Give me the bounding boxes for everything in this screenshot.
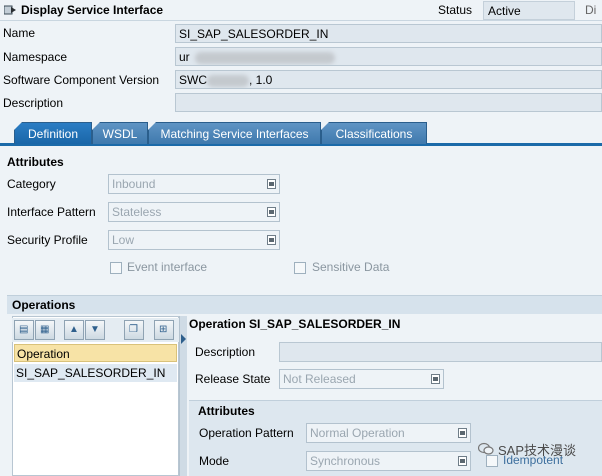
wechat-icon — [478, 442, 494, 455]
di-label: Di — [585, 3, 597, 17]
sensitive-data-checkbox[interactable] — [294, 262, 306, 274]
tab-matching-service-interfaces[interactable]: Matching Service Interfaces — [148, 122, 321, 144]
interface-pattern-label: Interface Pattern — [7, 205, 96, 219]
operation-column-header[interactable]: Operation — [14, 344, 177, 362]
watermark-text: SAP技术漫谈 — [498, 443, 577, 458]
op-attributes-title: Attributes — [198, 404, 255, 418]
copy-icon: ❐ — [129, 324, 138, 335]
operations-title: Operations — [12, 298, 76, 312]
page-title: Display Service Interface — [21, 3, 164, 17]
scv-prefix: SWC — [179, 73, 207, 87]
scv-suffix: , 1.0 — [249, 73, 273, 87]
idempotent-checkbox[interactable] — [486, 455, 498, 467]
security-profile-select[interactable]: Low — [108, 230, 280, 250]
description-field[interactable] — [175, 93, 602, 112]
attributes-title: Attributes — [7, 155, 64, 169]
delete-row-icon: ▦ — [40, 324, 50, 335]
hierarchy-button[interactable]: ⊞ — [154, 320, 174, 340]
move-down-button[interactable]: ▼ — [85, 320, 105, 340]
mode-value: Synchronous — [310, 454, 381, 468]
event-interface-label: Event interface — [127, 260, 208, 274]
hierarchy-icon: ⊞ — [159, 324, 168, 335]
category-select[interactable]: Inbound — [108, 174, 280, 194]
security-profile-value: Low — [112, 233, 135, 247]
tab-definition[interactable]: Definition — [14, 122, 92, 144]
operations-toolbar: ▤ ▦ ▲ ▼ ❐ ⊞ — [12, 318, 179, 342]
dropdown-icon — [458, 428, 467, 438]
op-description-field[interactable] — [279, 342, 602, 362]
tab-strip: Definition WSDL Matching Service Interfa… — [0, 122, 602, 146]
add-row-icon: ▤ — [19, 324, 29, 335]
redacted-blur — [195, 51, 336, 64]
description-label: Description — [3, 96, 64, 110]
category-label: Category — [7, 177, 56, 191]
title-bar: Display Service Interface Status Active … — [0, 0, 602, 21]
scv-label: Software Component Version — [3, 73, 160, 87]
dropdown-icon — [431, 374, 440, 384]
name-field[interactable]: SI_SAP_SALESORDER_IN — [175, 24, 602, 43]
copy-button[interactable]: ❐ — [124, 320, 144, 340]
dropdown-icon — [458, 456, 467, 466]
operation-detail-title: Operation SI_SAP_SALESORDER_IN — [189, 317, 401, 331]
release-state-label: Release State — [195, 372, 271, 386]
status-label: Status — [438, 3, 473, 17]
security-profile-label: Security Profile — [7, 233, 88, 247]
move-up-button[interactable]: ▲ — [64, 320, 84, 340]
arrow-up-icon: ▲ — [69, 324, 79, 335]
add-operation-button[interactable]: ▤ — [14, 320, 34, 340]
dropdown-icon — [267, 207, 276, 217]
dropdown-icon — [267, 235, 276, 245]
status-field: Active — [483, 1, 575, 20]
interface-pattern-value: Stateless — [112, 205, 162, 219]
scv-field[interactable]: SWC , 1.0 — [175, 70, 602, 89]
interface-icon — [4, 5, 16, 15]
dropdown-icon — [267, 179, 276, 189]
interface-pattern-select[interactable]: Stateless — [108, 202, 280, 222]
sensitive-data-label: Sensitive Data — [312, 260, 390, 274]
release-state-value: Not Released — [283, 372, 356, 386]
name-label: Name — [3, 26, 36, 40]
pane-splitter[interactable] — [179, 316, 187, 476]
category-value: Inbound — [112, 177, 156, 191]
table-row[interactable]: SI_SAP_SALESORDER_IN — [14, 364, 177, 382]
redacted-blur — [207, 74, 249, 87]
arrow-down-icon: ▼ — [90, 324, 100, 335]
namespace-field[interactable]: ur — [175, 47, 602, 66]
namespace-label: Namespace — [3, 50, 68, 64]
delete-operation-button[interactable]: ▦ — [35, 320, 55, 340]
tab-classifications[interactable]: Classifications — [321, 122, 427, 144]
namespace-value: ur — [179, 50, 190, 64]
release-state-select[interactable]: Not Released — [279, 369, 444, 389]
operation-pattern-value: Normal Operation — [310, 426, 405, 440]
mode-select[interactable]: Synchronous — [306, 451, 471, 471]
event-interface-checkbox[interactable] — [110, 262, 122, 274]
operation-pattern-select[interactable]: Normal Operation — [306, 423, 471, 443]
operation-pattern-label: Operation Pattern — [199, 426, 294, 440]
op-description-label: Description — [195, 345, 256, 359]
mode-label: Mode — [199, 454, 230, 468]
collapse-arrow-icon[interactable] — [181, 334, 186, 344]
operations-header: Operations — [7, 295, 602, 314]
tab-wsdl[interactable]: WSDL — [92, 122, 148, 144]
